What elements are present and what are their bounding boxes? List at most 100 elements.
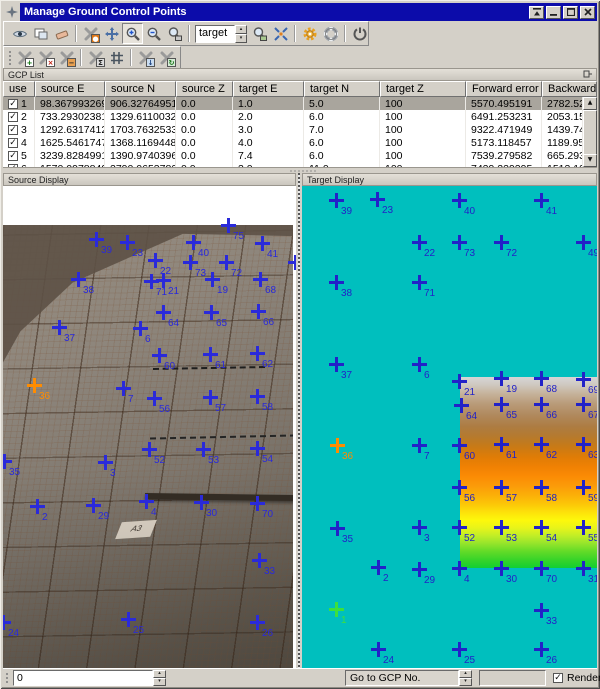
- column-header-sn[interactable]: source N: [105, 81, 176, 97]
- column-header-tz[interactable]: target Z: [380, 81, 466, 97]
- zoom-to-region-button[interactable]: [164, 23, 185, 44]
- scroll-up-button[interactable]: ▲: [583, 97, 597, 110]
- column-header-use[interactable]: use: [3, 81, 35, 97]
- cell-tn: 5.0: [304, 97, 380, 110]
- cell-use: ✓4: [3, 136, 35, 149]
- gcp-marker[interactable]: [288, 255, 296, 270]
- spin-down-arrow[interactable]: ▾: [153, 678, 166, 686]
- column-header-fe[interactable]: Forward error: [466, 81, 542, 97]
- cell-fe: 7539.279582: [466, 149, 542, 162]
- use-checkbox[interactable]: ✓: [8, 112, 18, 122]
- table-row[interactable]: ✓41625.546174721368.116944820.04.06.0100…: [3, 136, 583, 149]
- erase-display-button[interactable]: [51, 23, 72, 44]
- column-header-tn[interactable]: target N: [304, 81, 380, 97]
- scroll-down-button[interactable]: ▼: [583, 154, 597, 167]
- close-button[interactable]: [580, 6, 595, 19]
- goto-up-arrow[interactable]: ▴: [459, 670, 472, 678]
- save-gcps-button[interactable]: ↓: [135, 47, 156, 68]
- cell-sn: 2790.06537829: [105, 162, 176, 167]
- gcp-number-spinbox[interactable]: 0 ▴▾: [13, 670, 166, 686]
- cell-use: ✓2: [3, 110, 35, 123]
- set-region-extent-button[interactable]: [270, 23, 291, 44]
- gcp-label-53: 53: [208, 455, 219, 466]
- statusbar-grip[interactable]: [4, 671, 9, 683]
- quit-button[interactable]: [349, 23, 370, 44]
- render-checkbox[interactable]: ✓: [553, 673, 563, 683]
- recalculate-rms-button[interactable]: Σ: [85, 47, 106, 68]
- status-panel: [479, 670, 546, 686]
- gcp-label-67: 67: [588, 410, 597, 421]
- gcp-label-60: 60: [164, 361, 175, 372]
- use-checkbox[interactable]: ✓: [8, 151, 18, 161]
- use-checkbox[interactable]: ✓: [8, 125, 18, 135]
- table-row[interactable]: ✓53239.828499131390.974039680.07.46.0100…: [3, 149, 583, 162]
- gcp-label-6: 6: [424, 370, 430, 381]
- pin-icon[interactable]: [583, 70, 592, 79]
- title-bar[interactable]: Manage Ground Control Points: [3, 3, 597, 21]
- maximize-button[interactable]: [563, 6, 578, 19]
- use-checkbox[interactable]: ✓: [8, 99, 18, 109]
- gcp-label-19: 19: [217, 285, 228, 296]
- shade-button[interactable]: [529, 6, 544, 19]
- gcp-label-72: 72: [506, 248, 517, 259]
- render-display-button[interactable]: [30, 23, 51, 44]
- map-select-combo[interactable]: target ▴▾: [195, 25, 247, 43]
- column-header-sz[interactable]: source Z: [176, 81, 233, 97]
- settings-button[interactable]: [299, 23, 320, 44]
- cell-sn: 906.327649515: [105, 97, 176, 110]
- table-scrollbar[interactable]: ▲ ▼: [583, 97, 597, 167]
- scroll-thumb[interactable]: [583, 110, 597, 155]
- help-button[interactable]: [320, 23, 341, 44]
- cell-be: 1513.122...: [542, 162, 583, 167]
- target-display-canvas[interactable]: 3923404122737249387137621196869646566673…: [302, 186, 597, 668]
- clear-gcp-button[interactable]: −: [56, 47, 77, 68]
- table-row[interactable]: ✓31292.63174121703.763253350.03.07.01009…: [3, 123, 583, 136]
- gcp-label-23: 23: [132, 248, 143, 259]
- georectify-button[interactable]: [106, 47, 127, 68]
- minimize-button[interactable]: [546, 6, 561, 19]
- gcp-label-2: 2: [383, 573, 389, 584]
- combo-up-arrow[interactable]: ▴: [235, 25, 247, 34]
- column-header-te[interactable]: target E: [233, 81, 304, 97]
- goto-down-arrow[interactable]: ▾: [459, 678, 472, 686]
- render-option[interactable]: ✓ Render: [553, 672, 600, 684]
- spin-up-arrow[interactable]: ▴: [153, 670, 166, 678]
- cell-te: 3.0: [233, 123, 304, 136]
- add-gcp-button[interactable]: +: [14, 47, 35, 68]
- cell-sn: 1390.97403968: [105, 149, 176, 162]
- source-display-canvas[interactable]: A3 7539234041227372387121196864656637660…: [3, 186, 296, 668]
- combo-down-arrow[interactable]: ▾: [235, 34, 247, 43]
- gcp-toolbar: + × − Σ ↓ ↻: [3, 46, 181, 69]
- use-checkbox[interactable]: ✓: [8, 138, 18, 148]
- gcp-label-26: 26: [546, 655, 557, 666]
- toolbar-separator: [80, 49, 82, 66]
- use-checkbox[interactable]: ✓: [8, 164, 18, 168]
- goto-gcp-label[interactable]: Go to GCP No.: [345, 670, 459, 686]
- gcp-label-30: 30: [506, 574, 517, 585]
- zoom-in-button[interactable]: [122, 23, 143, 44]
- gcp-label-52: 52: [154, 455, 165, 466]
- goto-gcp-combo[interactable]: Go to GCP No. ▴▾: [345, 670, 472, 686]
- gcp-label-72: 72: [231, 268, 242, 279]
- reload-gcps-button[interactable]: ↻: [156, 47, 177, 68]
- column-header-se[interactable]: source E: [35, 81, 105, 97]
- table-row[interactable]: ✓2733.2930238131329.611003210.02.06.0100…: [3, 110, 583, 123]
- pan-button[interactable]: [101, 23, 122, 44]
- zoom-to-map-button[interactable]: [249, 23, 270, 44]
- cell-sz: 0.0: [176, 149, 233, 162]
- define-gcp-button[interactable]: ●: [80, 23, 101, 44]
- cell-se: 1292.6317412: [35, 123, 105, 136]
- gcp-label-40: 40: [198, 248, 209, 259]
- zoom-out-button[interactable]: [143, 23, 164, 44]
- map-select-value[interactable]: target: [195, 25, 235, 43]
- table-row[interactable]: ✓61570.097884972790.065378290.03.011.010…: [3, 162, 583, 167]
- toolbar-grip[interactable]: [7, 49, 12, 66]
- gcp-label-4: 4: [464, 574, 470, 585]
- gcp-label-2: 2: [42, 512, 48, 523]
- gcp-label-22: 22: [424, 248, 435, 259]
- column-header-be[interactable]: Backward error: [542, 81, 597, 97]
- gcp-number-value[interactable]: 0: [13, 670, 153, 686]
- display-geometry-button[interactable]: [9, 23, 30, 44]
- table-row[interactable]: ✓198.3679932698906.3276495150.01.05.0100…: [3, 97, 583, 110]
- delete-gcp-button[interactable]: ×: [35, 47, 56, 68]
